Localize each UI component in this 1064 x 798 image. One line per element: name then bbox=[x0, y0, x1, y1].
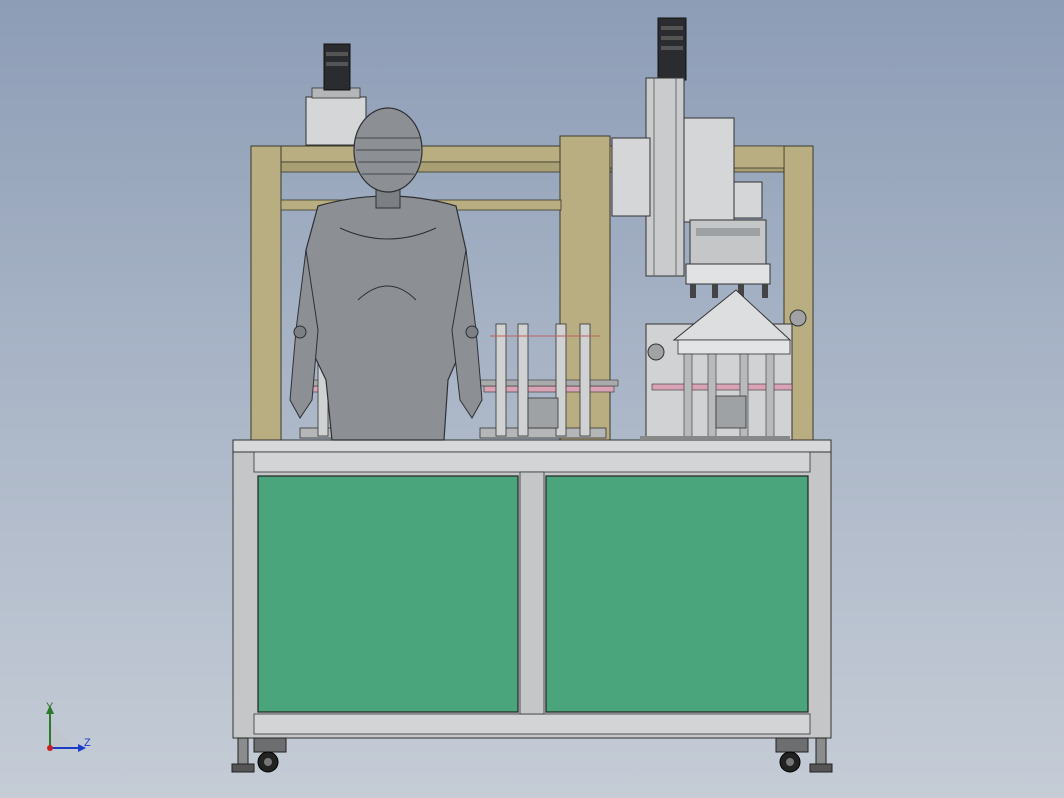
caster-wheels bbox=[231, 737, 833, 773]
left-cabinet-door[interactable] bbox=[257, 475, 519, 713]
z-axis-label: Z bbox=[84, 737, 91, 749]
servo-motor-left bbox=[305, 43, 367, 146]
right-cabinet-door[interactable] bbox=[545, 475, 809, 713]
fixture-station-3 bbox=[640, 289, 807, 441]
triad-origin bbox=[47, 745, 53, 751]
y-axis-label: Y bbox=[46, 701, 54, 713]
coordinate-triad: Y Z bbox=[46, 701, 91, 752]
cad-viewport[interactable]: Y Z bbox=[0, 0, 1064, 798]
